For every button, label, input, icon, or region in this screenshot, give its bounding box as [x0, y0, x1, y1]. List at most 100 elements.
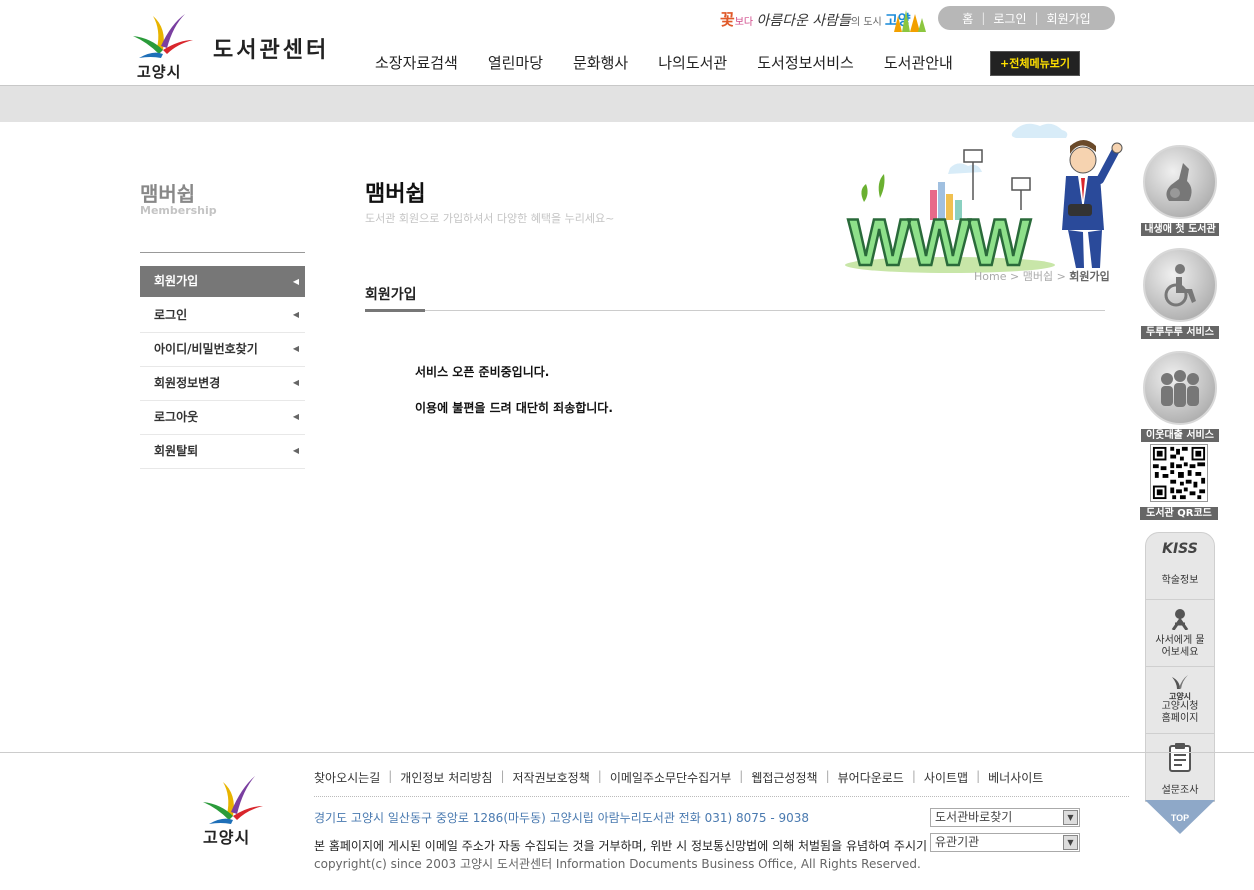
- qr-code-icon[interactable]: [1150, 444, 1208, 502]
- quick-link-label: 내생애 첫 도서관: [1141, 223, 1219, 236]
- quick-menu: KISS 학술정보 사서에게 물어보세요 고양시 고양시청 홈페이지 설문조사: [1145, 532, 1215, 802]
- quick-menu-label: 사서에게 물어보세요: [1155, 635, 1205, 658]
- sidebar-item-edit-info[interactable]: 회원정보변경 ◀: [140, 367, 305, 401]
- breadcrumb-home[interactable]: Home: [974, 270, 1006, 283]
- sidebar-item-withdraw[interactable]: 회원탈퇴 ◀: [140, 435, 305, 469]
- login-link[interactable]: 로그인: [985, 10, 1034, 27]
- slogan-part: 의 도시: [850, 17, 885, 28]
- footer-city: 고양시: [203, 828, 251, 847]
- triangle-left-icon: ◀: [292, 412, 299, 421]
- nav-item-open-forum[interactable]: 열린마당: [473, 52, 558, 74]
- divider: |: [597, 769, 602, 783]
- quick-link-accessibility[interactable]: 두루두루 서비스: [1140, 248, 1220, 339]
- divider: |: [825, 769, 830, 783]
- signup-link[interactable]: 회원가입: [1039, 10, 1099, 27]
- breadcrumb: Home > 맴버쉽 > 회원가입: [974, 268, 1110, 284]
- slogan-main: 아름다운 사람들: [756, 13, 851, 29]
- footer-link-sitemap[interactable]: 사이트맵: [924, 769, 976, 786]
- triangle-left-icon: ◀: [292, 378, 299, 387]
- sidebar-item-label: 회원탈퇴: [154, 444, 199, 458]
- footer-link-directions[interactable]: 찾아오시는길: [314, 769, 388, 786]
- scroll-to-top-button[interactable]: TOP: [1145, 800, 1215, 834]
- sidebar-item-login[interactable]: 로그인 ◀: [140, 299, 305, 333]
- sidebar-item-label: 회원정보변경: [154, 376, 221, 390]
- triangle-left-icon: ◀: [292, 277, 299, 286]
- logo-city: 고양시: [137, 63, 182, 81]
- quick-link-label: 두루두루 서비스: [1141, 326, 1219, 339]
- footer-link-accessibility[interactable]: 웹접근성정책: [751, 769, 825, 786]
- sidebar-item-signup[interactable]: 회원가입 ◀: [140, 266, 305, 297]
- divider: |: [911, 769, 916, 783]
- footer-link-banner-sites[interactable]: 베너사이트: [988, 769, 1051, 786]
- sidebar-item-label: 회원가입: [154, 274, 199, 288]
- footer-link-copyright[interactable]: 저작권보호정책: [512, 769, 597, 786]
- chevron-down-icon: ▼: [1063, 810, 1078, 825]
- sidebar-item-logout[interactable]: 로그아웃 ◀: [140, 401, 305, 435]
- nav-item-library-guide[interactable]: 도서관안내: [869, 52, 968, 74]
- kangaroo-icon: [1143, 145, 1217, 219]
- sidebar-item-find-id-password[interactable]: 아이디/비밀번호찾기 ◀: [140, 333, 305, 367]
- chevron-right-icon: >: [1056, 270, 1066, 283]
- footer-email-notice: 본 홈페이지에 게시된 이메일 주소가 자동 수집되는 것을 거부하며, 위반 …: [314, 839, 979, 853]
- top-label: TOP: [1171, 813, 1189, 823]
- slogan-flower: 꽃: [720, 10, 735, 29]
- notice-message: 이용에 불편을 드려 대단히 죄송합니다.: [415, 401, 613, 415]
- footer-address: 경기도 고양시 일산동구 중앙로 1286(마두동) 고양시립 아람누리도서관 …: [314, 811, 810, 825]
- goyang-logo-mark: [203, 776, 263, 824]
- nav-item-culture-events[interactable]: 문화행사: [558, 52, 643, 74]
- breadcrumb-membership[interactable]: 맴버쉽: [1023, 270, 1053, 283]
- footer-menu: 찾아오시는길 | 개인정보 처리방침 | 저작권보호정책 | 이메일주소무단수집거부 |…: [314, 769, 1051, 786]
- section-underline: [365, 309, 425, 312]
- library-shortcut-select[interactable]: 도서관바로찾기 ▼: [930, 808, 1080, 827]
- footer-copyright: copyright(c) since 2003 고양시 도서관센터 Inform…: [314, 857, 921, 871]
- sidebar-menu: 회원가입 ◀ 로그인 ◀ 아이디/비밀번호찾기 ◀ 회원정보변경 ◀ 로그아웃 ◀ 회원탈…: [140, 266, 305, 469]
- sidebar-item-label: 로그인: [154, 308, 188, 322]
- slogan-part: 보다: [734, 17, 757, 28]
- divider: |: [976, 769, 981, 783]
- sidebar-divider: [140, 252, 305, 253]
- city-slogan: 꽃보다 아름다운 사람들의 도시 고양: [720, 6, 930, 36]
- quick-menu-academic-info[interactable]: KISS 학술정보: [1146, 533, 1214, 600]
- quick-menu-survey[interactable]: 설문조사: [1146, 734, 1214, 801]
- triangle-left-icon: ◀: [292, 446, 299, 455]
- qr-code-label: 도서관 QR코드: [1140, 507, 1218, 520]
- footer-divider: [0, 752, 1254, 753]
- quick-link-first-library[interactable]: 내생애 첫 도서관: [1140, 145, 1220, 236]
- wheelchair-icon: [1143, 248, 1217, 322]
- footer-dotted-divider: [314, 796, 1129, 797]
- librarian-icon: [1171, 609, 1189, 631]
- logo-title: 도서관센터: [213, 38, 330, 63]
- quick-link-label: 이웃대출 서비스: [1141, 429, 1219, 442]
- main-navigation: 소장자료검색 열린마당 문화행사 나의도서관 도서정보서비스 도서관안내: [360, 52, 968, 74]
- footer-logo: 고양시: [199, 776, 274, 847]
- all-menu-button[interactable]: +전체메뉴보기: [990, 51, 1080, 76]
- sidebar-title: 맴버쉽: [140, 182, 196, 206]
- footer-link-email-refusal[interactable]: 이메일주소무단수집거부: [610, 769, 739, 786]
- section-divider: [365, 310, 1105, 311]
- quick-link-neighbor-loan[interactable]: 이웃대출 서비스: [1140, 351, 1220, 442]
- goyang-logo-icon: [1172, 675, 1188, 689]
- people-icon: [1143, 351, 1217, 425]
- divider: |: [739, 769, 744, 783]
- kiss-logo-icon: KISS: [1162, 541, 1198, 557]
- footer-link-privacy[interactable]: 개인정보 처리방침: [400, 769, 500, 786]
- page-title: 맴버쉽: [365, 182, 426, 207]
- breadcrumb-current: 회원가입: [1069, 270, 1110, 283]
- site-logo[interactable]: 고양시 도서관센터: [133, 10, 333, 81]
- sidebar-item-label: 아이디/비밀번호찾기: [154, 342, 258, 356]
- related-agencies-select[interactable]: 유관기관 ▼: [930, 833, 1080, 852]
- quick-menu-city-homepage[interactable]: 고양시 고양시청 홈페이지: [1146, 667, 1214, 734]
- nav-item-my-library[interactable]: 나의도서관: [643, 52, 742, 74]
- quick-menu-ask-librarian[interactable]: 사서에게 물어보세요: [1146, 600, 1214, 667]
- nav-item-search[interactable]: 소장자료검색: [360, 52, 473, 74]
- sidebar-subtitle: Membership: [140, 204, 217, 217]
- utility-menu: 홈 | 로그인 | 회원가입: [938, 6, 1115, 30]
- footer-link-viewer[interactable]: 뷰어다운로드: [838, 769, 912, 786]
- chevron-down-icon: ▼: [1063, 835, 1078, 850]
- triangle-left-icon: ◀: [292, 344, 299, 353]
- people-illustration-icon: [894, 10, 926, 32]
- home-link[interactable]: 홈: [954, 10, 981, 27]
- nav-item-info-service[interactable]: 도서정보서비스: [742, 52, 869, 74]
- page-description: 도서관 회원으로 가입하셔서 다양한 혜택을 누리세요~: [365, 212, 615, 225]
- sidebar-item-label: 로그아웃: [154, 410, 199, 424]
